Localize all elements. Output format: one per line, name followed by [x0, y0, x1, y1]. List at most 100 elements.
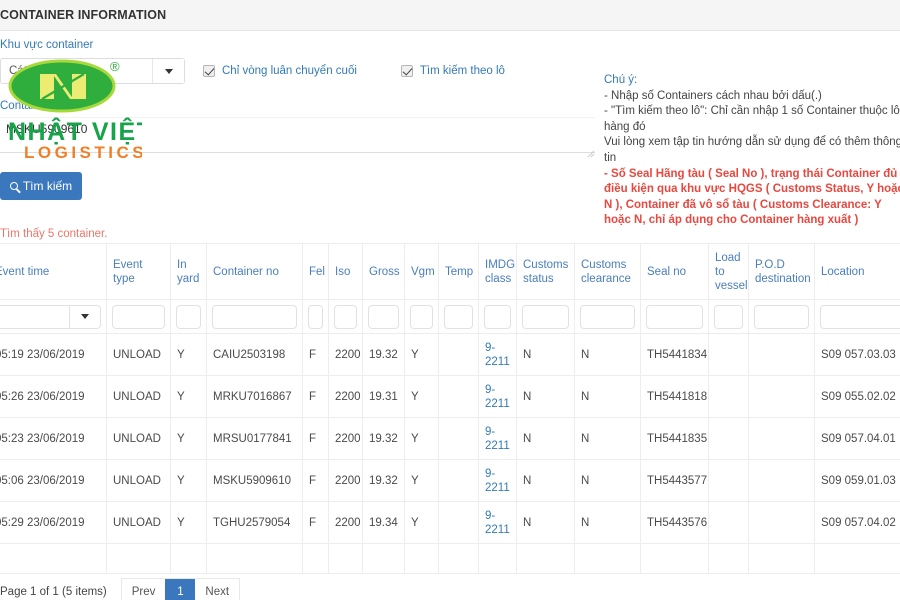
col-temp[interactable]: Temp [438, 243, 479, 300]
blank-cell [814, 543, 900, 574]
blank-cell [170, 543, 207, 574]
cell-gross: 19.32 [362, 417, 405, 460]
cell-fel: F [302, 375, 329, 418]
filter-input-in-yard[interactable] [176, 304, 201, 329]
cell-fel: F [302, 333, 329, 376]
checkbox-last-move[interactable]: Chỉ vòng luân chuyển cuối [203, 65, 357, 77]
table-row[interactable]: 05:23 23/06/2019 UNLOAD Y MRSU0177841 F … [0, 417, 900, 460]
cell-load-to-vessel [708, 333, 749, 376]
filter-cell-event-type [106, 299, 171, 334]
col-customs-clearance[interactable]: Customs clearance [574, 243, 641, 300]
col-customs-status[interactable]: Customs status [516, 243, 575, 300]
filter-input-load-to-vessel[interactable] [714, 304, 743, 329]
cell-vgm: Y [404, 333, 439, 376]
filter-cell-fel [302, 299, 329, 334]
blank-cell [438, 543, 479, 574]
cell-load-to-vessel [708, 459, 749, 502]
area-field-label: Khu vực container [0, 39, 94, 51]
filter-dropdown-event-time[interactable] [69, 304, 101, 329]
pagination-info: Page 1 of 1 (5 items) [0, 586, 107, 598]
cell-location: S09 057.03.03 [814, 333, 900, 376]
col-load-to-vessel[interactable]: Load to vessel [708, 243, 749, 300]
filter-input-temp[interactable] [444, 304, 473, 329]
cell-gross: 19.32 [362, 333, 405, 376]
notes-line-3: Vui lòng xem tập tin hướng dẫn sử dụng đ… [604, 136, 900, 164]
table-row[interactable]: 05:19 23/06/2019 UNLOAD Y CAIU2503198 F … [0, 333, 900, 376]
resize-grip-icon[interactable] [587, 150, 595, 158]
cell-temp [438, 417, 479, 460]
table-row[interactable]: 05:29 23/06/2019 UNLOAD Y TGHU2579054 F … [0, 501, 900, 544]
table-row[interactable]: 05:06 23/06/2019 UNLOAD Y MSKU5909610 F … [0, 459, 900, 502]
cell-fel: F [302, 417, 329, 460]
filter-input-event-type[interactable] [112, 304, 165, 329]
cell-pod-destination [748, 333, 815, 376]
filter-input-customs-clearance[interactable] [580, 304, 635, 329]
pagination-prev-button[interactable]: Prev [122, 579, 166, 600]
cell-iso: 2200 [328, 375, 363, 418]
cell-pod-destination [748, 417, 815, 460]
cell-fel: F [302, 501, 329, 544]
col-container-no[interactable]: Container no [206, 243, 303, 300]
filter-input-location[interactable] [820, 304, 900, 329]
cell-load-to-vessel [708, 375, 749, 418]
filter-input-event-time[interactable] [0, 304, 69, 329]
cell-event-type: UNLOAD [106, 459, 171, 502]
cell-container-no: CAIU2503198 [206, 333, 303, 376]
pagination-page-1-button[interactable]: 1 [165, 579, 196, 600]
col-seal-no[interactable]: Seal no [640, 243, 709, 300]
filter-input-fel[interactable] [308, 304, 323, 329]
cell-imdg-class[interactable]: 9-2211 [478, 333, 517, 376]
filter-input-container-no[interactable] [212, 304, 297, 329]
cell-imdg-class[interactable]: 9-2211 [478, 459, 517, 502]
search-icon [9, 182, 18, 190]
col-vgm[interactable]: Vgm [404, 243, 439, 300]
col-event-type[interactable]: Event type [106, 243, 171, 300]
blank-cell [328, 543, 363, 574]
filter-cell-event-time [0, 299, 107, 334]
filter-input-customs-status[interactable] [522, 304, 569, 329]
col-location[interactable]: Location [814, 243, 900, 300]
chevron-down-icon[interactable] [152, 59, 184, 83]
container-numbers-input[interactable] [0, 117, 595, 153]
cell-vgm: Y [404, 459, 439, 502]
table-row-blank [0, 543, 900, 574]
table-row[interactable]: 05:26 23/06/2019 UNLOAD Y MRKU7016867 F … [0, 375, 900, 418]
filter-input-iso[interactable] [334, 304, 357, 329]
filter-input-pod-destination[interactable] [754, 304, 809, 329]
cell-pod-destination [748, 459, 815, 502]
search-button[interactable]: Tìm kiếm [0, 172, 82, 200]
col-gross[interactable]: Gross [362, 243, 405, 300]
cell-seal-no: TH5441835 [640, 417, 709, 460]
filter-input-imdg-class[interactable] [484, 304, 511, 329]
col-pod-destination[interactable]: P.O.D destination [748, 243, 815, 300]
col-fel[interactable]: Fel [302, 243, 329, 300]
blank-cell [404, 543, 439, 574]
results-table-wrapper: Event time Event type In yard Container … [0, 243, 900, 574]
cell-imdg-class[interactable]: 9-2211 [478, 417, 517, 460]
checkbox-search-by-lot-box[interactable] [400, 65, 413, 77]
cell-imdg-class[interactable]: 9-2211 [478, 375, 517, 418]
cell-customs-status: N [516, 333, 575, 376]
cell-container-no: MRSU0177841 [206, 417, 303, 460]
cell-temp [438, 459, 479, 502]
notes-panel: Chú ý: - Nhập số Containers cách nhau bở… [604, 73, 900, 229]
notes-line-4-warning: - Số Seal Hãng tàu ( Seal No ), trạng th… [604, 167, 900, 227]
cell-container-no: MRKU7016867 [206, 375, 303, 418]
cell-event-type: UNLOAD [106, 333, 171, 376]
checkbox-last-move-box[interactable] [203, 65, 215, 77]
col-in-yard[interactable]: In yard [170, 243, 207, 300]
col-imdg-class[interactable]: IMDG class [478, 243, 517, 300]
results-table: Event time Event type In yard Container … [0, 243, 900, 574]
area-select[interactable]: Cát Lái [0, 58, 185, 84]
filter-cell-container-no [206, 299, 303, 334]
filter-input-gross[interactable] [368, 304, 399, 329]
pagination-buttons: Prev 1 Next [120, 578, 241, 600]
pagination-next-button[interactable]: Next [195, 579, 239, 600]
filter-input-seal-no[interactable] [646, 304, 703, 329]
cell-imdg-class[interactable]: 9-2211 [478, 501, 517, 544]
filter-input-vgm[interactable] [410, 304, 433, 329]
col-iso[interactable]: Iso [328, 243, 363, 300]
checkbox-search-by-lot[interactable]: Tìm kiếm theo lô [400, 65, 505, 77]
col-event-time[interactable]: Event time [0, 243, 107, 300]
cell-pod-destination [748, 375, 815, 418]
